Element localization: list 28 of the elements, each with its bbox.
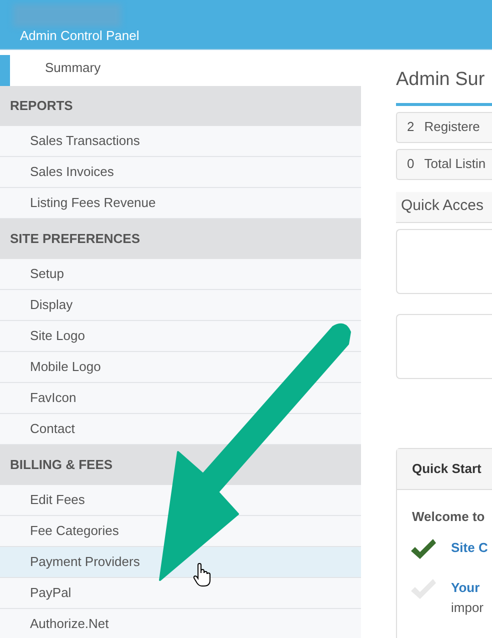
sidebar-item[interactable]: Listing Fees Revenue [0, 188, 361, 219]
sidebar-item[interactable]: PayPal [0, 578, 361, 609]
sidebar-item[interactable]: Site Logo [0, 321, 361, 352]
section-header: SITE PREFERENCES [0, 219, 361, 259]
page-title: Admin Sur [396, 66, 492, 106]
sidebar-item[interactable]: Authorize.Net [0, 609, 361, 638]
sidebar-item[interactable]: Sales Transactions [0, 126, 361, 157]
sidebar-item[interactable]: FavIcon [0, 383, 361, 414]
step-text: impor [451, 598, 484, 617]
step-title[interactable]: Your [451, 578, 484, 598]
sidebar-item[interactable]: Payment Providers [0, 547, 361, 578]
step-title[interactable]: Site C [451, 538, 488, 558]
sidebar-item[interactable]: Contact [0, 414, 361, 445]
stat-label: Total Listin [424, 155, 486, 174]
sidebar-item[interactable]: Mobile Logo [0, 352, 361, 383]
section-header: REPORTS [0, 86, 361, 126]
sidebar-item[interactable]: Sales Invoices [0, 157, 361, 188]
sidebar-item[interactable]: Summary [45, 58, 101, 78]
hand-cursor-icon [193, 563, 212, 587]
stat-count: 2 [407, 118, 414, 136]
stat-label: Registere [424, 118, 480, 136]
stat-count: 0 [407, 155, 414, 174]
section-title: Quick Acces [396, 192, 492, 222]
sidebar-item[interactable]: Display [0, 290, 361, 321]
panel-heading: Quick Start [397, 448, 492, 490]
sidebar-item[interactable]: Setup [0, 259, 361, 290]
welcome-text: Welcome to [412, 508, 486, 526]
panel-title: Admin Control Panel [20, 27, 140, 45]
